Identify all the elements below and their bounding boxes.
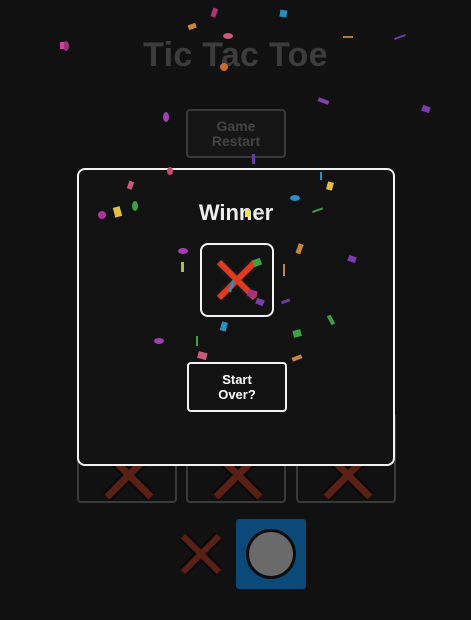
winner-symbol-box [200,243,274,317]
x-mark-icon [215,258,259,302]
start-over-button[interactable]: Start Over? [187,362,287,412]
winner-label: Winner [198,200,274,225]
turn-indicator-x [166,519,236,589]
game-restart-button[interactable]: Game Restart [186,109,286,158]
x-mark-icon [179,532,223,576]
winner-modal: Winner Start Over? [77,168,395,466]
turn-indicator-o [236,519,306,589]
o-circle-icon [246,529,296,579]
game-title: Tic Tac Toe [143,36,328,74]
